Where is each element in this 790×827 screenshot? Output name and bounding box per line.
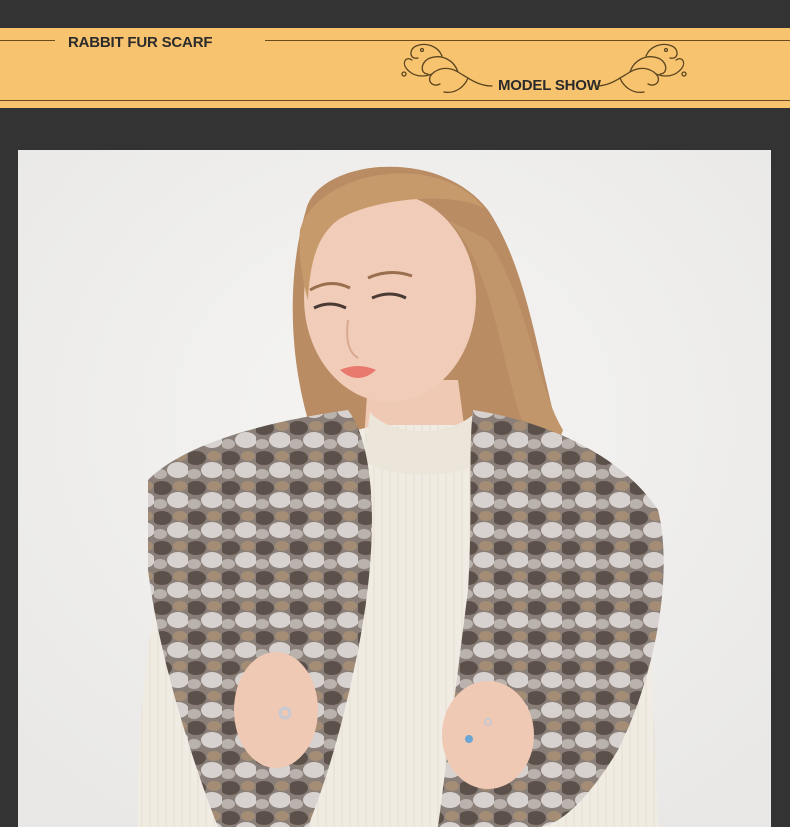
divider-line	[0, 100, 790, 101]
section-banner: RABBIT FUR SCARF MODEL SHOW	[0, 28, 790, 108]
section-title: MODEL SHOW	[498, 77, 601, 94]
flourish-right-icon	[595, 43, 687, 94]
divider-line	[265, 40, 790, 41]
model-photo	[18, 150, 771, 827]
model-illustration	[18, 150, 771, 827]
divider-line	[0, 40, 55, 41]
flourish-left-icon	[401, 43, 493, 94]
product-title: RABBIT FUR SCARF	[68, 34, 213, 51]
